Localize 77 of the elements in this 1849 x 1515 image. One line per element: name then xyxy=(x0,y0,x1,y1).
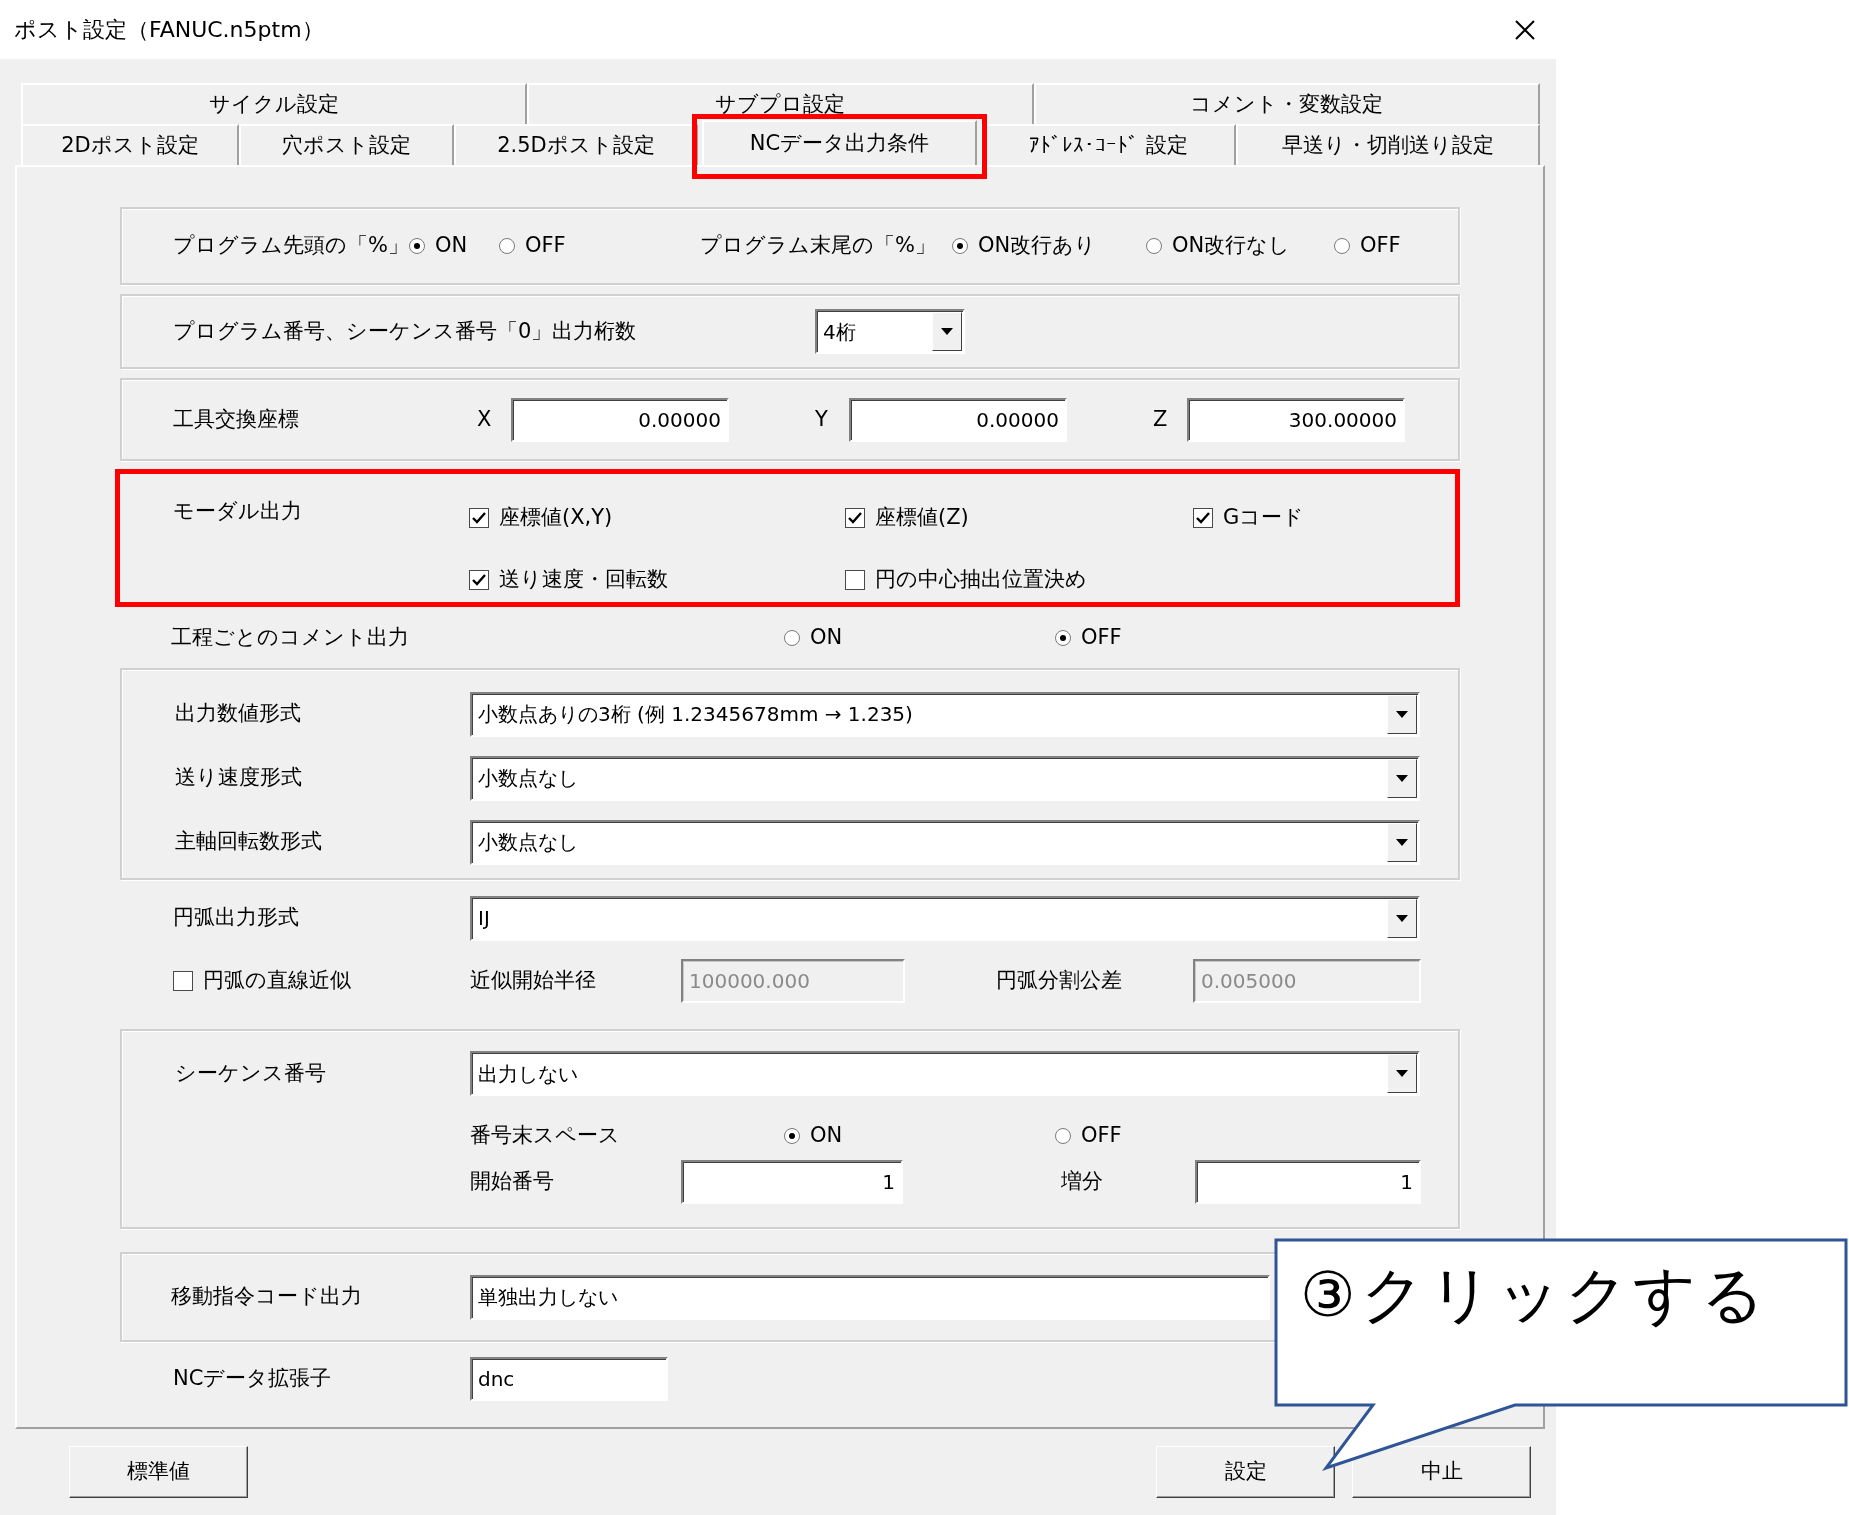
field-label: 円弧分割公差 xyxy=(996,967,1123,995)
radio-button[interactable] xyxy=(1146,238,1162,254)
checkbox-label: 座標値(Z) xyxy=(875,504,969,532)
field-label: シーケンス番号 xyxy=(175,1059,327,1087)
callout-text: ③クリックする xyxy=(1300,1258,1769,1333)
window-title: ポスト設定（FANUC.n5ptm） xyxy=(14,16,324,44)
field-label: 主軸回転数形式 xyxy=(175,828,323,856)
radio-button[interactable] xyxy=(409,238,425,254)
close-icon[interactable] xyxy=(1514,18,1536,41)
tab[interactable]: 穴ポスト設定 xyxy=(239,124,454,165)
radio-button[interactable] xyxy=(1055,630,1071,646)
radio-label: ON改行あり xyxy=(978,232,1097,260)
dropdown[interactable]: 4桁 xyxy=(815,309,965,354)
input-field[interactable]: 0.00000 xyxy=(511,397,729,442)
radio-button[interactable] xyxy=(952,238,968,254)
radio-label: OFF xyxy=(525,232,566,260)
checkbox[interactable] xyxy=(845,508,865,528)
input-field[interactable]: 0.00000 xyxy=(849,397,1067,442)
field-label: 番号末スペース xyxy=(470,1122,621,1149)
axis-label: X xyxy=(477,405,493,433)
dropdown[interactable]: IJ xyxy=(470,895,1420,941)
field-label: 円弧出力形式 xyxy=(173,904,300,932)
field-label: NCデータ拡張子 xyxy=(173,1365,333,1393)
tab[interactable]: コメント・変数設定 xyxy=(1033,83,1540,124)
axis-label: Z xyxy=(1153,405,1169,433)
field-label: 工程ごとのコメント出力 xyxy=(171,624,410,652)
field-label: プログラム先頭の「%」 xyxy=(173,232,409,260)
radio-button[interactable] xyxy=(784,630,800,646)
checkbox-label: 座標値(X,Y) xyxy=(499,504,613,532)
checkbox[interactable] xyxy=(1193,508,1213,528)
radio-button[interactable] xyxy=(499,238,515,254)
field-label: 開始番号 xyxy=(470,1167,555,1195)
input-field[interactable]: 1 xyxy=(681,1159,903,1204)
tab[interactable]: 2Dポスト設定 xyxy=(21,124,239,165)
radio-button[interactable] xyxy=(1055,1127,1071,1144)
tab[interactable]: 2.5Dポスト設定 xyxy=(454,124,698,165)
checkbox[interactable] xyxy=(469,508,489,528)
field-label: 増分 xyxy=(1061,1167,1104,1195)
tab[interactable]: サイクル設定 xyxy=(21,83,528,124)
field-label: 工具交換座標 xyxy=(173,405,300,433)
checkbox-label: Gコード xyxy=(1223,504,1305,532)
input-field[interactable]: 1 xyxy=(1195,1159,1421,1204)
dropdown[interactable]: 小数点なし xyxy=(470,819,1420,865)
radio-button[interactable] xyxy=(784,1127,800,1144)
dropdown[interactable]: 単独出力しない xyxy=(470,1274,1270,1320)
axis-label: Y xyxy=(815,405,829,433)
radio-label: OFF xyxy=(1081,1122,1122,1149)
radio-label: ON xyxy=(435,232,468,260)
input-field[interactable]: 300.00000 xyxy=(1187,397,1405,442)
tab[interactable]: 早送り・切削送り設定 xyxy=(1236,124,1540,165)
checkbox-label: 円の中心抽出位置決め xyxy=(875,566,1087,594)
radio-label: OFF xyxy=(1081,624,1122,652)
radio-label: OFF xyxy=(1360,232,1401,260)
tab[interactable]: NCデータ出力条件 xyxy=(702,120,977,165)
checkbox[interactable] xyxy=(845,570,865,590)
field-label: プログラム末尾の「%」 xyxy=(700,232,937,260)
field-label: 送り速度形式 xyxy=(175,764,303,792)
dropdown[interactable]: 小数点ありの3桁 (例 1.2345678mm → 1.235) xyxy=(470,691,1420,737)
radio-label: ON改行なし xyxy=(1172,232,1291,260)
dropdown[interactable]: 小数点なし xyxy=(470,755,1420,801)
radio-label: ON xyxy=(810,1122,843,1149)
field-label: 出力数値形式 xyxy=(175,700,302,728)
field-label: 近似開始半径 xyxy=(470,967,597,995)
field-label: プログラム番号、シーケンス番号「0」出力桁数 xyxy=(173,317,638,345)
checkbox-label: 送り速度・回転数 xyxy=(499,566,668,594)
dropdown[interactable]: 出力しない xyxy=(470,1051,1420,1096)
tab[interactable]: ｱﾄﾞﾚｽ･ｺｰﾄﾞ 設定 xyxy=(981,124,1236,165)
radio-label: ON xyxy=(810,624,843,652)
radio-button[interactable] xyxy=(1334,238,1350,254)
field-label: 移動指令コード出力 xyxy=(171,1283,363,1311)
input-field[interactable]: dnc xyxy=(470,1357,668,1401)
button[interactable]: 標準値 xyxy=(69,1446,248,1498)
checkbox-label: 円弧の直線近似 xyxy=(203,967,351,995)
button[interactable]: 設定 xyxy=(1156,1446,1335,1498)
button[interactable]: 中止 xyxy=(1352,1446,1531,1498)
checkbox[interactable] xyxy=(469,570,489,590)
field-label: モーダル出力 xyxy=(173,498,303,525)
